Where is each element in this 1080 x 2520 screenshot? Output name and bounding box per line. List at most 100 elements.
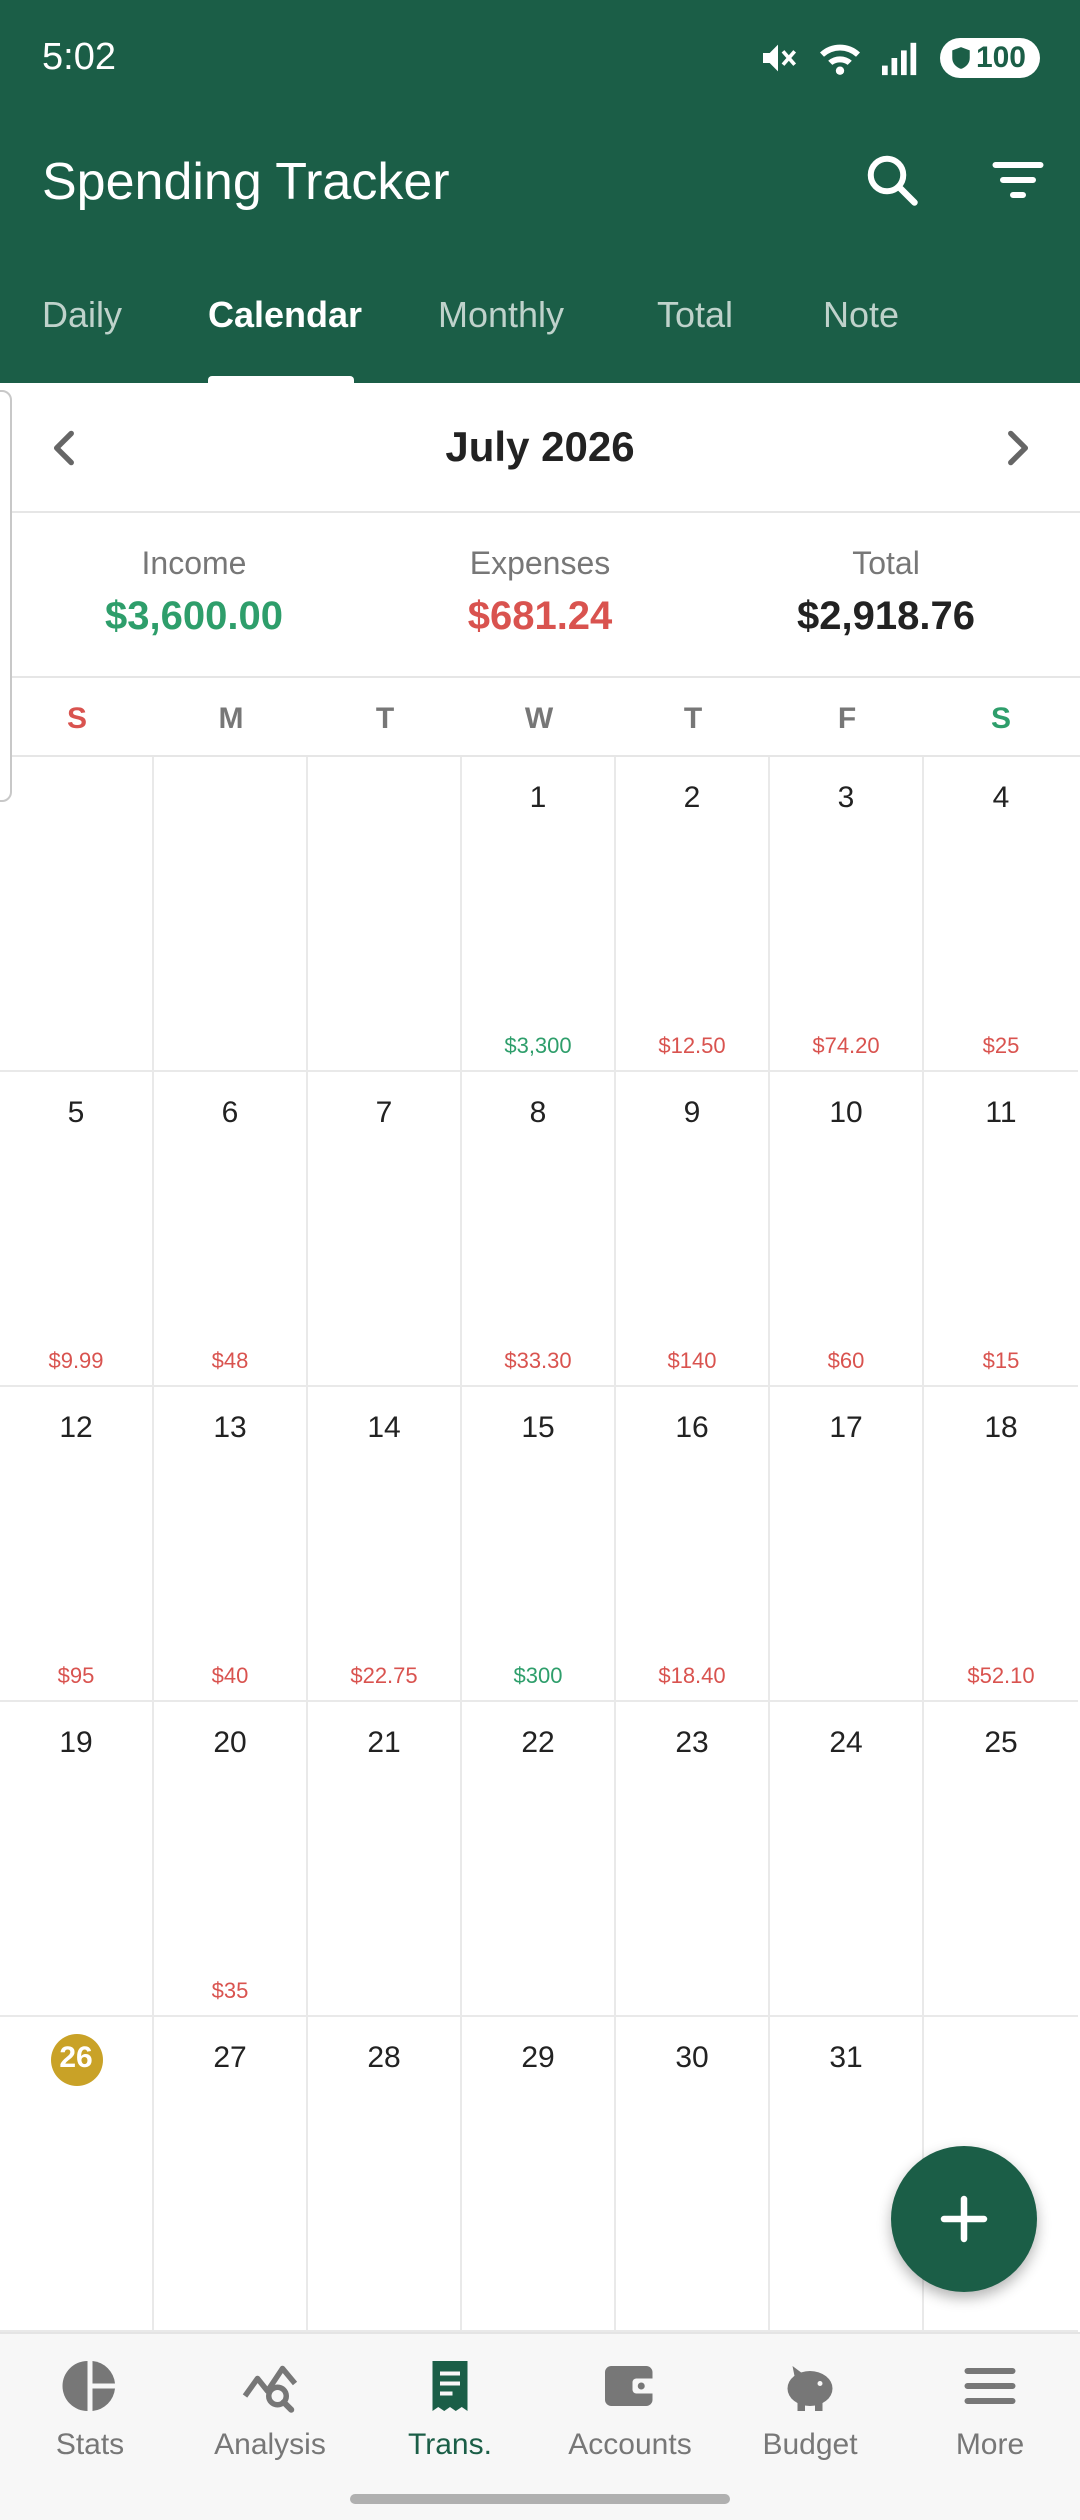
tab-monthly[interactable]: Monthly [438, 294, 564, 336]
calendar-day-cell[interactable]: 14 $22.75 [308, 1387, 462, 1702]
weekday-thursday: T [683, 702, 703, 735]
tab-total[interactable]: Total [657, 294, 733, 336]
calendar-day-cell[interactable]: 5 $9.99 [0, 1072, 154, 1387]
side-drawer-handle[interactable] [0, 390, 12, 802]
weekday-wednesday: W [524, 702, 554, 735]
day-amount: $33.30 [504, 1348, 572, 1373]
wallet-icon [605, 2366, 658, 2406]
signal-icon [881, 42, 917, 76]
filter-button[interactable] [988, 150, 1048, 210]
nav-accounts-label: Accounts [568, 2428, 692, 2461]
calendar-day-cell[interactable]: 6 $48 [154, 1072, 308, 1387]
weekday-header: S M T W T F S [0, 680, 1080, 757]
day-amount: $18.40 [658, 1663, 726, 1688]
add-transaction-button[interactable] [891, 2146, 1037, 2292]
calendar-day-cell[interactable]: 22 [462, 1702, 616, 2017]
day-number: 21 [367, 1726, 401, 1759]
nav-analysis[interactable]: Analysis [180, 2356, 360, 2462]
month-label[interactable]: July 2026 [0, 423, 1080, 471]
day-number: 8 [529, 1096, 547, 1129]
calendar-day-cell[interactable]: 27 [154, 2017, 308, 2332]
calendar-day-cell[interactable]: 28 [308, 2017, 462, 2332]
pie-chart-icon [62, 2361, 115, 2411]
calendar-day-cell[interactable]: 1 $3,300 [462, 757, 616, 1072]
month-navigation: July 2026 [0, 383, 1080, 513]
tab-calendar[interactable]: Calendar [208, 294, 362, 336]
expenses-summary: Expenses $681.24 [360, 545, 720, 639]
nav-transactions[interactable]: Trans. [360, 2356, 540, 2462]
calendar-day-cell[interactable]: 3 $74.20 [770, 757, 924, 1072]
receipt-icon [432, 2361, 468, 2411]
calendar-day-cell[interactable]: 9 $140 [616, 1072, 770, 1387]
tab-daily[interactable]: Daily [42, 294, 122, 336]
day-amount: $35 [211, 1978, 249, 2003]
calendar-day-cell[interactable]: 15 $300 [462, 1387, 616, 1702]
day-number: 17 [829, 1411, 863, 1444]
day-number: 24 [829, 1726, 863, 1759]
plus-icon [940, 2195, 988, 2243]
status-icons: 100 [758, 38, 1040, 78]
app-bar: 5:02 100 Spending Tracker Daily Calendar… [0, 0, 1080, 383]
day-number: 6 [221, 1096, 239, 1129]
calendar-day-cell[interactable]: 21 [308, 1702, 462, 2017]
weekday-monday: M [218, 702, 244, 735]
bottom-navigation: Stats Analysis Trans. Accounts Budget Mo… [0, 2332, 1080, 2520]
calendar-day-cell[interactable]: 17 [770, 1387, 924, 1702]
day-number: 30 [675, 2041, 709, 2074]
calendar-day-cell[interactable]: 20 $35 [154, 1702, 308, 2017]
total-value: $2,918.76 [797, 594, 975, 638]
calendar-day-cell[interactable]: 8 $33.30 [462, 1072, 616, 1387]
battery-indicator: 100 [939, 38, 1040, 78]
day-amount: $140 [667, 1348, 717, 1373]
day-amount: $12.50 [658, 1033, 726, 1058]
nav-stats[interactable]: Stats [0, 2356, 180, 2462]
day-number: 19 [59, 1726, 93, 1759]
expenses-label: Expenses [469, 545, 611, 581]
calendar-day-cell[interactable]: 4 $25 [924, 757, 1078, 1072]
day-number: 14 [367, 1411, 401, 1444]
day-amount: $9.99 [48, 1348, 104, 1373]
calendar-day-cell[interactable]: 26 [0, 2017, 154, 2332]
search-button[interactable] [862, 150, 922, 210]
income-label: Income [141, 545, 247, 581]
status-bar: 5:02 100 [0, 0, 1080, 120]
calendar-day-cell[interactable]: 2 $12.50 [616, 757, 770, 1072]
day-amount: $95 [57, 1663, 95, 1688]
weekday-saturday: S [990, 702, 1011, 735]
calendar-day-cell[interactable]: 12 $95 [0, 1387, 154, 1702]
calendar-day-cell[interactable]: 19 [0, 1702, 154, 2017]
nav-budget-label: Budget [762, 2428, 858, 2461]
battery-level: 100 [975, 41, 1026, 74]
expenses-value: $681.24 [467, 594, 613, 638]
calendar-day-cell[interactable]: 18 $52.10 [924, 1387, 1078, 1702]
calendar-day-cell[interactable]: 10 $60 [770, 1072, 924, 1387]
income-value: $3,600.00 [105, 594, 283, 638]
day-number: 9 [683, 1096, 701, 1129]
calendar-day-cell[interactable]: 7 [308, 1072, 462, 1387]
total-label: Total [852, 545, 920, 581]
nav-accounts[interactable]: Accounts [540, 2356, 720, 2462]
day-number: 10 [829, 1096, 863, 1129]
analysis-icon [242, 2365, 298, 2413]
day-number: 13 [213, 1411, 247, 1444]
calendar-day-cell [154, 757, 308, 1072]
tab-note[interactable]: Note [823, 294, 899, 336]
nav-more[interactable]: More [900, 2356, 1080, 2462]
filter-icon [992, 162, 1044, 198]
next-month-button[interactable] [992, 423, 1042, 473]
calendar-day-cell[interactable]: 23 [616, 1702, 770, 2017]
nav-budget[interactable]: Budget [720, 2356, 900, 2462]
menu-icon [964, 2368, 1016, 2404]
calendar-day-cell[interactable]: 30 [616, 2017, 770, 2332]
weekday-friday: F [837, 702, 857, 735]
shield-icon [952, 47, 970, 69]
calendar-day-cell[interactable]: 16 $18.40 [616, 1387, 770, 1702]
nav-transactions-label: Trans. [408, 2428, 492, 2461]
calendar-day-cell[interactable]: 25 [924, 1702, 1078, 2017]
calendar-day-cell[interactable]: 13 $40 [154, 1387, 308, 1702]
calendar-day-cell[interactable]: 11 $15 [924, 1072, 1078, 1387]
day-amount: $74.20 [812, 1033, 880, 1058]
calendar-day-cell[interactable]: 29 [462, 2017, 616, 2332]
calendar-day-cell[interactable]: 31 [770, 2017, 924, 2332]
calendar-day-cell[interactable]: 24 [770, 1702, 924, 2017]
